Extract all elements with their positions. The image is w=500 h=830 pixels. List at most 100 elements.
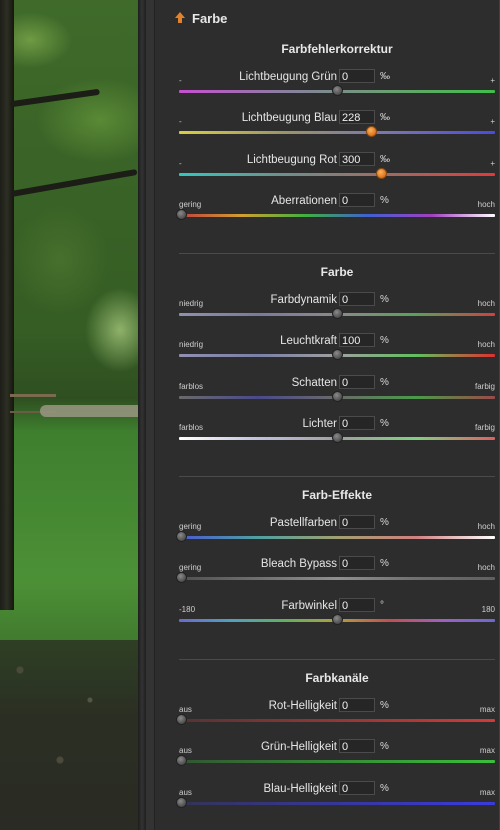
slider-min-label: niedrig [179,299,204,308]
slider-value-input[interactable]: 0 [339,739,375,754]
slider-value-input[interactable]: 0 [339,515,375,529]
slider-min-label: -180 [179,604,196,614]
slider-thumb[interactable] [375,167,387,179]
slider-label: Pastellfarben [269,517,337,529]
slider-label: Leuchtkraft [280,335,337,348]
slider-max-label: hoch [477,299,495,308]
slider-row: aus max Grün-Helligkeit 0% [176,739,495,782]
slider-unit: % [380,335,389,347]
slider-thumb[interactable] [332,85,343,96]
slider-row: gering hoch Aberrationen 0% [176,192,495,236]
slider-max-label: 180 [481,604,495,614]
section-separator [179,476,495,477]
section-title: Farbe [320,265,354,279]
slider-label: Lichtbeugung Blau [241,112,337,125]
slider-max-label: hoch [477,340,495,350]
slider-value-input[interactable]: 300 [339,151,375,166]
slider-row: aus max Rot-Helligkeit 0% [176,698,495,741]
adjustment-panel-inner: Farbe Farbfehlerkorrektur - + Lichtbeugung … [154,0,500,830]
panel-header[interactable]: Farbe [175,9,227,27]
slider-thumb[interactable] [176,531,187,542]
slider-row: -180 180 Farbwinkel 0 ° [179,597,495,641]
slider-min-label: gering [179,563,202,573]
slider-min-label: - [179,76,182,85]
slider-row: farblos farbig Schatten 0% [179,374,495,418]
slider-thumb[interactable] [176,796,187,808]
slider-label: Farbwinkel [281,599,337,612]
slider-thumb[interactable] [176,572,187,584]
slider-row: aus max Blau-Helligkeit 0% [176,780,495,824]
slider-value-input[interactable]: 0 [339,415,375,430]
slider-unit: ‰ [380,71,390,82]
slider-max-label: hoch [477,199,495,209]
slider-label: Blau-Helligkeit [263,782,337,795]
tree-branch [10,88,100,108]
slider-value-input[interactable]: 0 [339,597,375,612]
section-title: Farb-Effekte [301,488,372,502]
slider-track[interactable] [179,719,495,722]
slider-thumb[interactable] [332,431,343,443]
slider-value-input[interactable]: 0 [339,292,375,306]
slider-thumb[interactable] [332,308,343,319]
slider-thumb[interactable] [366,126,378,138]
slider-track[interactable] [179,577,495,581]
slider-track[interactable] [179,801,495,805]
slider-value-input[interactable]: 228 [339,110,375,125]
slider-row: niedrig hoch Leuchtkraft 100% [179,333,495,376]
slider-track[interactable] [179,760,495,764]
slider-unit: % [380,294,389,305]
adjustment-panel: Farbe Farbfehlerkorrektur - + Lichtbeugung … [146,0,500,830]
slider-max-label: + [490,158,495,168]
slider-value-input[interactable]: 0 [339,780,375,795]
slider-track[interactable] [179,172,495,176]
slider-value-input[interactable]: 0 [339,698,375,712]
slider-unit: % [380,741,389,753]
slider-label: Bleach Bypass [260,558,337,571]
slider-max-label: max [479,705,495,714]
slider-thumb[interactable] [176,208,187,220]
slider-unit: % [380,782,389,794]
slider-track[interactable] [179,131,495,135]
slider-row: - + Lichtbeugung Rot 300 ‰ [179,151,495,195]
slider-row: gering hoch Pastellfarben 0% [176,515,495,558]
slider-label: Lichtbeugung Grün [239,71,337,83]
slider-unit: % [380,194,389,206]
slider-max-label: + [490,117,495,127]
slider-row: - + Lichtbeugung Grün 0 ‰ [179,69,495,112]
slider-thumb[interactable] [332,613,343,625]
photo-preview [0,0,138,830]
slider-max-label: max [479,746,495,756]
section-title: Farbkanäle [305,671,369,685]
path [40,405,138,417]
slider-min-label: gering [179,522,202,531]
slider-unit: ‰ [380,112,390,124]
slider-value-input[interactable]: 0 [339,69,375,83]
slider-track[interactable] [179,213,495,217]
slider-thumb[interactable] [332,349,343,361]
slider-row: farblos farbig Lichter 0% [179,415,495,459]
slider-unit: ° [380,599,384,611]
slider-max-label: max [479,787,495,797]
slider-thumb[interactable] [332,390,343,402]
slider-value-input[interactable]: 100 [339,333,375,348]
slider-value-input[interactable]: 0 [339,556,375,571]
arrow-up-icon[interactable] [175,12,185,24]
panel-divider[interactable] [138,0,146,830]
slider-value-input[interactable]: 0 [339,374,375,389]
slider-thumb[interactable] [176,714,187,725]
slider-label: Lichter [302,417,337,430]
slider-min-label: aus [179,787,192,797]
section-separator [179,659,495,660]
slider-min-label: gering [179,199,202,209]
slider-min-label: aus [179,705,192,714]
slider-value-input[interactable]: 0 [339,192,375,207]
slider-min-label: niedrig [179,340,204,350]
slider-track[interactable] [179,536,495,539]
tree-branch [10,168,138,198]
panel-header-title: Farbe [192,10,228,26]
slider-thumb[interactable] [176,755,187,767]
slider-max-label: hoch [477,563,495,573]
section-title: Farbfehlerkorrektur [281,42,393,56]
slider-min-label: farblos [179,422,204,432]
ground [0,640,138,830]
